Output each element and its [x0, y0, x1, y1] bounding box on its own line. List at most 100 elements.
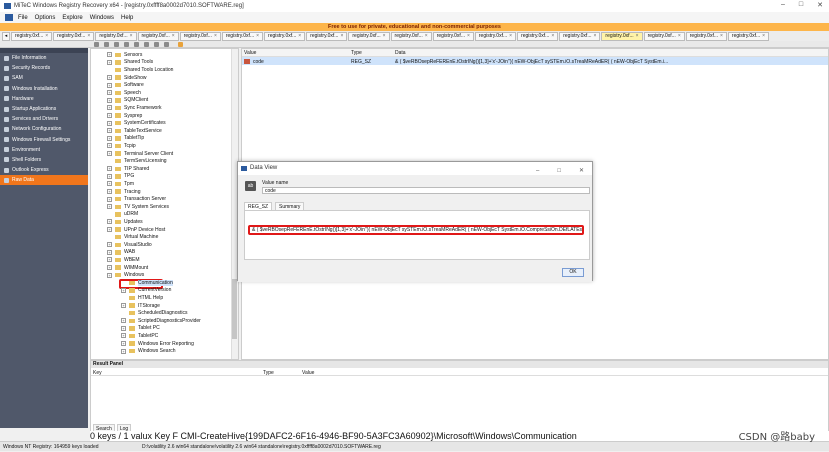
expand-icon[interactable]: + [107, 59, 112, 65]
key-column-header[interactable]: Key [93, 370, 102, 376]
document-tab[interactable]: registry.0xf... × [221, 31, 264, 41]
value-name-field[interactable]: code [262, 187, 590, 194]
tab-close-icon[interactable]: × [340, 33, 343, 40]
expand-icon[interactable]: + [121, 348, 126, 354]
expand-icon[interactable]: + [107, 219, 112, 225]
menu-file[interactable]: File [18, 15, 28, 21]
tab-close-icon[interactable]: × [762, 33, 765, 40]
sidebar-item[interactable]: Shell Folders [0, 155, 88, 165]
tab-close-icon[interactable]: × [256, 33, 259, 40]
tab-scroll-left-icon[interactable]: ◂ [2, 31, 10, 41]
expand-icon[interactable]: + [107, 181, 112, 187]
tree-node[interactable]: + CurrentVersion [121, 287, 171, 295]
tab-close-icon[interactable]: × [636, 33, 639, 40]
expand-icon[interactable]: + [107, 189, 112, 195]
sidebar-item[interactable]: Security Records [0, 63, 88, 73]
tree-node[interactable]: + Windows Search [121, 347, 176, 355]
sidebar-item[interactable]: Outlook Express [0, 165, 88, 175]
type-column-header[interactable]: Type [351, 50, 362, 56]
tab-close-icon[interactable]: × [383, 33, 386, 40]
expand-icon[interactable]: + [107, 120, 112, 126]
tree-node[interactable]: + TabletPC [121, 332, 158, 340]
tree-node[interactable]: uDRM [107, 211, 138, 219]
toolbar-refresh-icon[interactable] [94, 42, 99, 47]
tree-node[interactable]: + Transaction Server [107, 195, 166, 203]
tree-node[interactable]: + Updates [107, 218, 143, 226]
expand-icon[interactable]: + [121, 325, 126, 331]
value-row[interactable]: code REG_SZ & ( $veRBOsepReFEREnE.tOstrI… [242, 57, 828, 65]
tree-node[interactable]: ScheduledDiagnostics [121, 309, 187, 317]
expand-icon[interactable]: + [107, 113, 112, 119]
tree-node[interactable]: + Tpm [107, 180, 134, 188]
tab-close-icon[interactable]: × [678, 33, 681, 40]
expand-icon[interactable]: + [107, 249, 112, 255]
expand-icon[interactable]: + [121, 303, 126, 309]
close-button[interactable]: ✕ [817, 1, 823, 9]
tree-node[interactable]: + Terminal Server Client [107, 150, 173, 158]
document-tab[interactable]: registry.0xf... × [95, 31, 137, 41]
expand-icon[interactable]: + [107, 257, 112, 263]
minimize-button[interactable]: – [781, 1, 785, 9]
sidebar-item[interactable]: Startup Applications [0, 104, 88, 114]
expand-icon[interactable]: + [107, 143, 112, 149]
value-data-field[interactable]: & ( $veRBOsepReFEREnE.tOstrINg()[1,3]+'x… [248, 225, 584, 235]
toolbar-bookmark-icon[interactable] [178, 42, 183, 47]
sidebar-item[interactable]: Network Configuration [0, 124, 88, 134]
sidebar-item[interactable]: Hardware [0, 94, 88, 104]
expand-icon[interactable]: + [107, 272, 112, 278]
sidebar-item[interactable]: Windows Firewall Settings [0, 135, 88, 145]
tab-close-icon[interactable]: × [509, 33, 512, 40]
expand-icon[interactable]: + [107, 105, 112, 111]
expand-icon[interactable]: + [107, 82, 112, 88]
tree-node[interactable]: + Software [107, 81, 144, 89]
document-tab[interactable]: registry.0xf... × [685, 31, 727, 41]
tab-close-icon[interactable]: × [130, 33, 133, 40]
toolbar-find-icon[interactable] [154, 42, 159, 47]
tree-node[interactable]: + SideShow [107, 74, 147, 82]
document-tab[interactable]: registry.0xf... × [474, 31, 517, 41]
tab-close-icon[interactable]: × [172, 33, 175, 40]
sidebar-item[interactable]: Windows Installation [0, 84, 88, 94]
tree-node[interactable]: + WBEM [107, 256, 140, 264]
sidebar-item[interactable]: SAM [0, 73, 88, 83]
tree-node[interactable]: Virtual Machine [107, 233, 158, 241]
document-tab[interactable]: registry.0xf... × [432, 31, 474, 41]
expand-icon[interactable]: + [107, 196, 112, 202]
menu-windows[interactable]: Windows [90, 15, 114, 21]
tree-node[interactable]: + Windows [107, 271, 144, 279]
tab-close-icon[interactable]: × [298, 33, 301, 40]
result-type-column-header[interactable]: Type [263, 370, 274, 376]
registry-tree[interactable]: + Sensors + Shared Tools Shared Tools Locati… [90, 48, 239, 360]
tree-node[interactable]: + WIMMount [107, 264, 148, 272]
toolbar-options-icon[interactable] [164, 42, 169, 47]
expand-icon[interactable]: + [107, 242, 112, 248]
tab-close-icon[interactable]: × [87, 33, 90, 40]
ok-button[interactable]: OK [562, 268, 584, 277]
sidebar-item[interactable]: Raw Data [0, 175, 88, 186]
sidebar-item[interactable]: Environment [0, 145, 88, 155]
tree-node[interactable]: + SystemCertificates [107, 119, 166, 127]
tab-close-icon[interactable]: × [551, 33, 554, 40]
tree-node[interactable]: + TIP Shared [107, 165, 149, 173]
expand-icon[interactable]: + [107, 166, 112, 172]
tree-node[interactable]: + ScriptedDiagnosticsProvider [121, 317, 201, 325]
tree-node[interactable]: Communication [121, 279, 173, 287]
tab-close-icon[interactable]: × [45, 33, 48, 40]
expand-icon[interactable]: + [107, 227, 112, 233]
tree-node[interactable]: TermServLicensing [107, 157, 167, 165]
document-tab[interactable]: registry.0xf... × [601, 31, 643, 41]
toolbar-copy-icon[interactable] [144, 42, 149, 47]
tree-node[interactable]: + VisualStudio [107, 241, 152, 249]
result-value-column-header[interactable]: Value [302, 370, 314, 376]
tree-node[interactable]: HTML Help [121, 294, 163, 302]
tree-node[interactable]: + TPG [107, 173, 134, 181]
expand-icon[interactable]: + [107, 97, 112, 103]
document-tab[interactable]: registry.0xf... × [517, 31, 559, 41]
tree-node[interactable]: + Tracing [107, 188, 141, 196]
expand-icon[interactable]: + [107, 52, 112, 58]
menu-options[interactable]: Options [35, 15, 56, 21]
tree-node[interactable]: + SQMClient [107, 97, 148, 105]
expand-icon[interactable]: + [121, 333, 126, 339]
document-tab[interactable]: registry.0xf... × [11, 31, 53, 41]
document-tab[interactable]: registry.0xf... × [390, 31, 432, 41]
